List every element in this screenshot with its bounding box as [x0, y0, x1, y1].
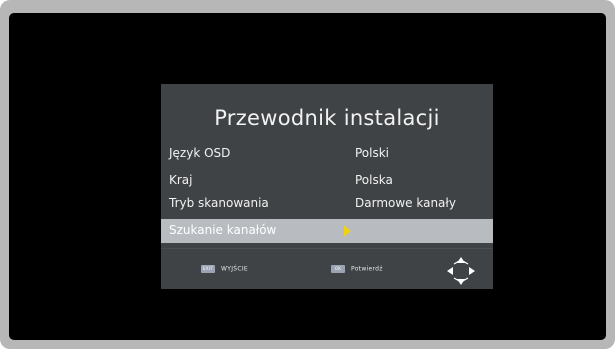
menu-item-value: Polska [355, 173, 393, 187]
footer-divider [161, 248, 493, 249]
menu-item-value: Darmowe kanały [355, 196, 456, 210]
installation-guide-dialog: Przewodnik instalacji Język OSD Polski K… [161, 84, 493, 289]
menu-item-label: Tryb skanowania [169, 196, 269, 210]
menu-item-value: Polski [355, 146, 390, 160]
exit-hint-label: WYJŚCIE [221, 265, 249, 273]
menu-item-scan-mode[interactable]: Tryb skanowania Darmowe kanały [161, 192, 493, 216]
dpad-arrows-icon [447, 257, 475, 285]
selection-arrow-icon [344, 225, 351, 237]
ok-key-icon: OK [331, 265, 345, 273]
ok-hint[interactable]: OK Potwierdź [331, 265, 383, 273]
menu-item-label: Kraj [169, 173, 193, 187]
exit-hint[interactable]: EXIT WYJŚCIE [201, 265, 248, 273]
menu-item-label: Szukanie kanałów [169, 223, 277, 237]
dialog-title: Przewodnik instalacji [214, 106, 440, 130]
exit-key-icon: EXIT [201, 265, 215, 273]
menu-item-channel-search[interactable]: Szukanie kanałów [161, 219, 493, 243]
menu-item-country[interactable]: Kraj Polska [161, 169, 493, 193]
menu-item-osd-language[interactable]: Język OSD Polski [161, 142, 493, 166]
ok-hint-label: Potwierdź [351, 265, 383, 273]
menu-item-label: Język OSD [169, 146, 231, 160]
